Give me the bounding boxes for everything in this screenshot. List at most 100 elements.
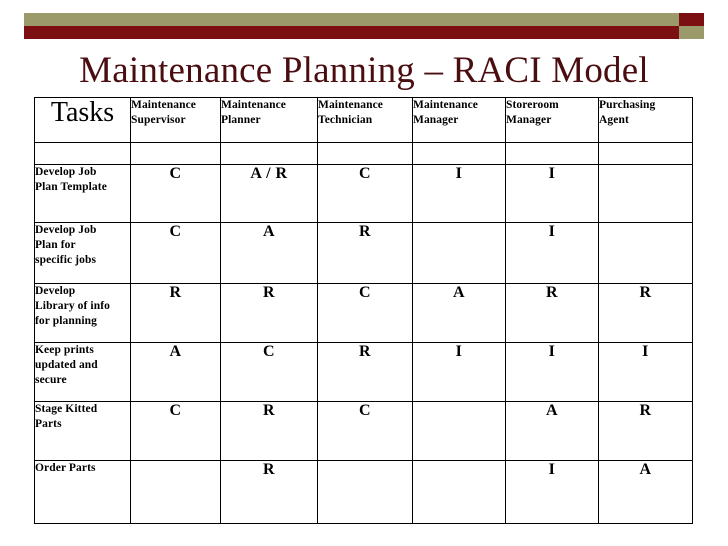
header-role-2-line1: Maintenance [318,99,383,111]
header-role-3-line2: Manager [413,114,459,126]
raci-cell-5-2 [317,460,413,524]
header-role-5-line2: Agent [599,114,629,126]
table-spacer-row [34,142,693,165]
raci-cell-3-0: A [130,342,221,402]
header-tasks-corner: Tasks [34,97,131,143]
raci-cell-1-4: I [505,222,599,284]
decorative-stripe-top [24,13,704,26]
header-role-4: Storeroom Manager [505,97,599,143]
header-role-1: Maintenance Planner [220,97,318,143]
task-label-4-line0: Stage Kitted [35,403,98,415]
task-label-1: Develop Job Plan for specific jobs [34,222,131,284]
header-role-5-line1: Purchasing [599,99,656,111]
raci-cell-1-1: A [220,222,318,284]
raci-cell-5-1: R [220,460,318,524]
raci-cell-4-2: C [317,401,413,461]
decorative-header-bar [24,13,704,39]
raci-cell-0-0: C [130,164,221,223]
raci-cell-4-5: R [598,401,693,461]
header-role-0-line2: Supervisor [131,114,186,126]
raci-cell-4-4: A [505,401,599,461]
raci-cell-4-1: R [220,401,318,461]
header-role-4-line1: Storeroom [506,99,559,111]
header-role-2-line2: Technician [318,114,373,126]
task-label-3-line2: secure [35,374,67,386]
slide-title: Maintenance Planning – RACI Model [79,50,649,91]
task-label-4-line1: Parts [35,418,62,430]
task-label-5: Order Parts [34,460,131,524]
table-row: Develop Job Plan Template C A / R C I I [34,164,693,223]
raci-cell-3-5: I [598,342,693,402]
task-label-1-line2: specific jobs [35,254,97,266]
raci-cell-1-5 [598,222,693,284]
header-role-0-line1: Maintenance [131,99,196,111]
spacer-cell [34,142,131,165]
raci-cell-0-3: I [412,164,506,223]
raci-cell-2-3: A [412,283,506,343]
raci-cell-3-2: R [317,342,413,402]
raci-cell-0-4: I [505,164,599,223]
task-label-3: Keep prints updated and secure [34,342,131,402]
task-label-2-line2: for planning [35,315,98,327]
raci-cell-0-5 [598,164,693,223]
raci-cell-5-4: I [505,460,599,524]
header-role-4-line2: Manager [506,114,552,126]
spacer-cell [598,142,693,165]
spacer-cell [317,142,413,165]
table-row: Develop Job Plan for specific jobs C A R… [34,222,693,284]
task-label-3-line0: Keep prints [35,344,94,356]
task-label-2: Develop Library of info for planning [34,283,131,343]
raci-cell-2-1: R [220,283,318,343]
raci-cell-0-2: C [317,164,413,223]
raci-cell-3-1: C [220,342,318,402]
raci-cell-5-0 [130,460,221,524]
raci-cell-1-3 [412,222,506,284]
task-label-4: Stage Kitted Parts [34,401,131,461]
raci-cell-2-4: R [505,283,599,343]
raci-matrix-table: Tasks Maintenance Supervisor Maintenance… [34,97,693,524]
table-row: Stage Kitted Parts C R C A R [34,401,693,461]
raci-cell-5-3 [412,460,506,524]
task-label-0-line1: Plan Template [35,181,107,193]
raci-cell-4-0: C [130,401,221,461]
decorative-stripe-top-cap [679,13,704,26]
decorative-stripe-bottom [24,26,704,39]
task-label-0: Develop Job Plan Template [34,164,131,223]
decorative-stripe-top-main [24,13,679,26]
header-role-2: Maintenance Technician [317,97,413,143]
decorative-stripe-bottom-main [24,26,679,39]
header-role-0: Maintenance Supervisor [130,97,221,143]
task-label-5-line0: Order Parts [35,462,96,474]
raci-cell-2-2: C [317,283,413,343]
spacer-cell [130,142,221,165]
task-label-1-line0: Develop Job [35,224,97,236]
table-row: Keep prints updated and secure A C R I I… [34,342,693,402]
raci-cell-1-0: C [130,222,221,284]
spacer-cell [412,142,506,165]
table-row: Order Parts R I A [34,460,693,524]
raci-cell-3-4: I [505,342,599,402]
raci-cell-3-3: I [412,342,506,402]
task-label-2-line0: Develop [35,285,76,297]
header-role-1-line1: Maintenance [221,99,286,111]
task-label-1-line1: Plan for [35,239,76,251]
header-role-3-line1: Maintenance [413,99,478,111]
table-row: Develop Library of info for planning R R… [34,283,693,343]
spacer-cell [505,142,599,165]
task-label-2-line1: Library of info [35,300,110,312]
task-label-3-line1: updated and [35,359,98,371]
raci-cell-2-0: R [130,283,221,343]
table-header-row: Tasks Maintenance Supervisor Maintenance… [34,97,693,143]
task-label-0-line0: Develop Job [35,166,97,178]
raci-cell-5-5: A [598,460,693,524]
raci-cell-1-2: R [317,222,413,284]
header-role-5: Purchasing Agent [598,97,693,143]
raci-cell-0-1: A / R [220,164,318,223]
decorative-stripe-bottom-cap [679,26,704,39]
raci-cell-4-3 [412,401,506,461]
spacer-cell [220,142,318,165]
header-role-3: Maintenance Manager [412,97,506,143]
header-role-1-line2: Planner [221,114,261,126]
raci-cell-2-5: R [598,283,693,343]
raci-matrix-container: Tasks Maintenance Supervisor Maintenance… [34,97,693,524]
